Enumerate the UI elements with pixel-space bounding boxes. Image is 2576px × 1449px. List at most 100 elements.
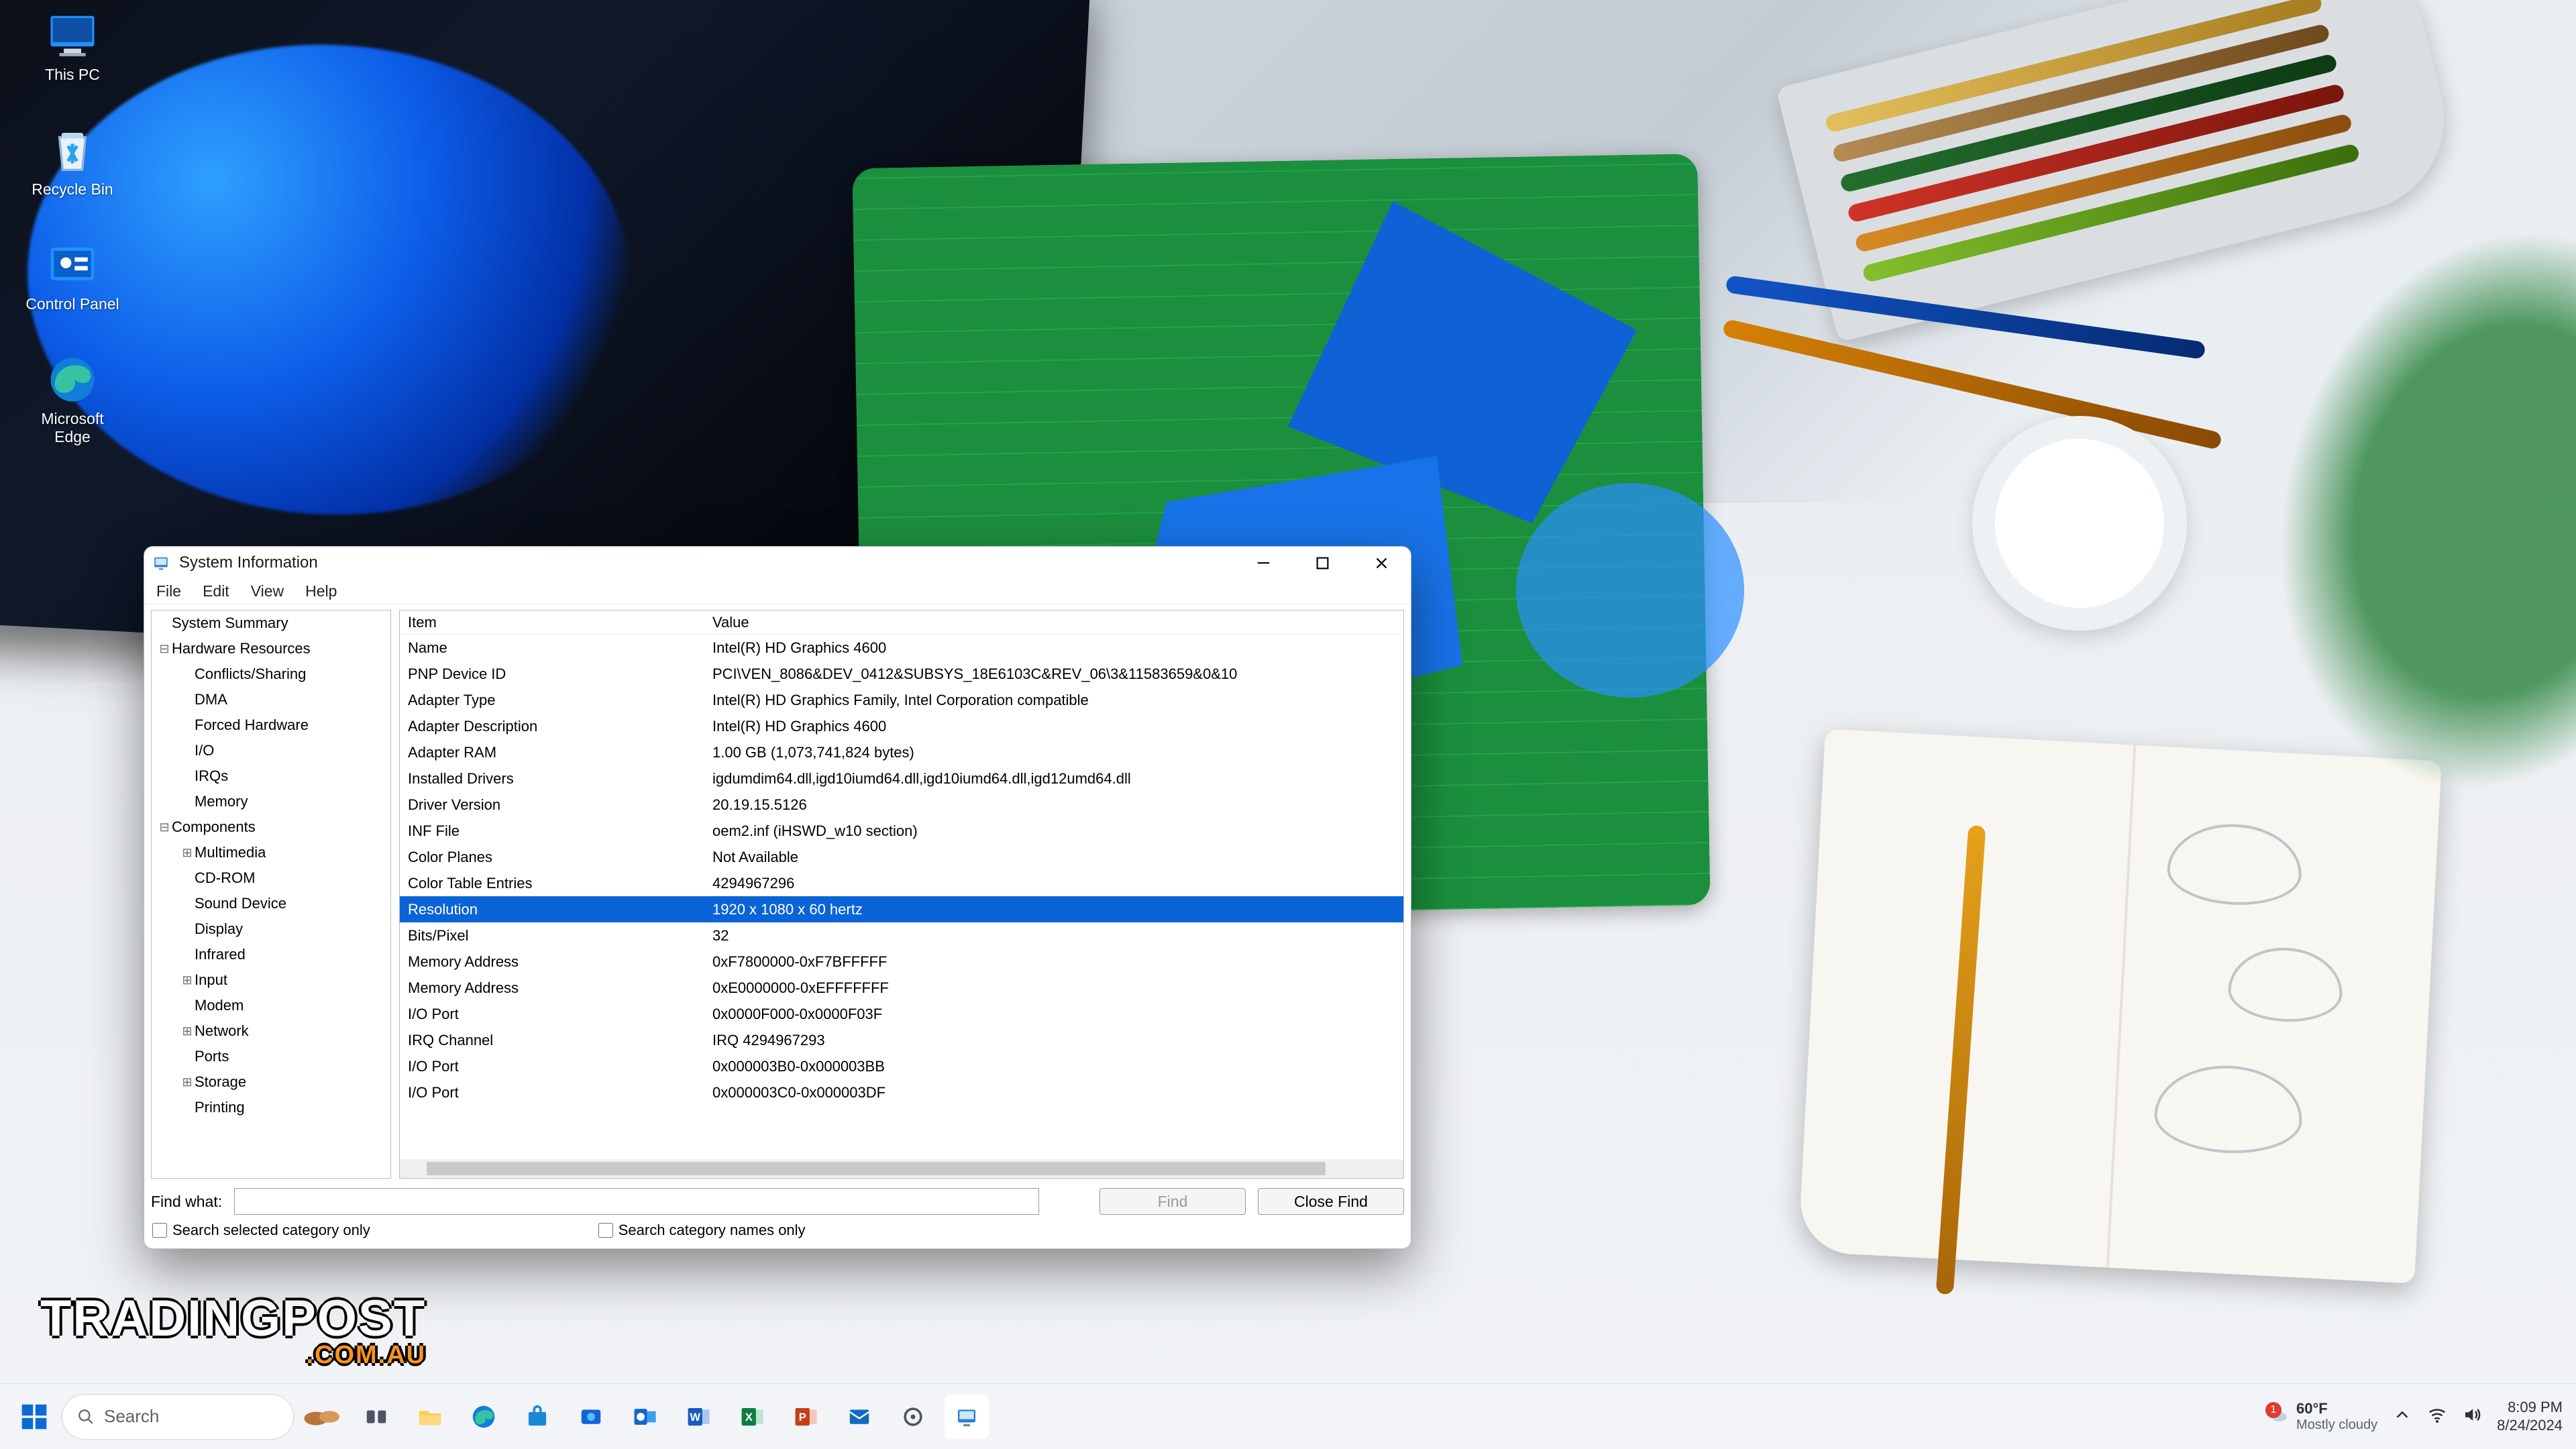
detail-value: 0x000003C0-0x000003DF [708, 1084, 1403, 1102]
tree-item[interactable]: CD-ROM [152, 865, 390, 891]
menu-file[interactable]: File [147, 580, 191, 603]
detail-row[interactable]: Color Table Entries4294967296 [400, 870, 1403, 896]
desktop-icon-recycle-bin[interactable]: Recycle Bin [12, 124, 133, 199]
taskbar-search[interactable]: Search [62, 1394, 294, 1440]
tree-item[interactable]: Memory [152, 789, 390, 814]
taskbar-edge[interactable] [462, 1395, 506, 1439]
tree-item[interactable]: Conflicts/Sharing [152, 661, 390, 687]
checkbox[interactable] [152, 1223, 167, 1238]
taskbar-excel[interactable]: X [730, 1395, 774, 1439]
tray-weather[interactable]: 1 60°F Mostly cloudy [2268, 1400, 2377, 1433]
tray-clock[interactable]: 8:09 PM 8/24/2024 [2497, 1399, 2563, 1434]
tree-item[interactable]: Sound Device [152, 891, 390, 916]
column-header-item[interactable]: Item [400, 614, 708, 631]
taskbar-task-view[interactable] [354, 1395, 398, 1439]
tree-item[interactable]: I/O [152, 738, 390, 763]
tray-chevron-up-icon[interactable] [2392, 1405, 2412, 1429]
start-button[interactable] [11, 1393, 58, 1440]
detail-row[interactable]: PNP Device IDPCI\VEN_8086&DEV_0412&SUBSY… [400, 661, 1403, 687]
tree-item-label: Components [172, 818, 256, 836]
category-tree[interactable]: System Summary⊟Hardware ResourcesConflic… [151, 610, 391, 1179]
tree-item-label: Multimedia [195, 844, 266, 861]
taskbar-word[interactable]: W [676, 1395, 720, 1439]
taskbar-settings[interactable] [891, 1395, 935, 1439]
detail-row[interactable]: Memory Address0xF7800000-0xF7BFFFFF [400, 949, 1403, 975]
desktop-icon-edge[interactable]: Microsoft Edge [12, 354, 133, 446]
tree-item[interactable]: ⊟Hardware Resources [152, 636, 390, 661]
detail-row[interactable]: Memory Address0xE0000000-0xEFFFFFFF [400, 975, 1403, 1001]
detail-item: I/O Port [400, 1058, 708, 1075]
taskbar-store[interactable] [515, 1395, 559, 1439]
tree-expander-icon[interactable]: ⊟ [157, 820, 172, 835]
detail-item: Resolution [400, 901, 708, 918]
tree-item[interactable]: Printing [152, 1095, 390, 1120]
close-find-button[interactable]: Close Find [1258, 1188, 1404, 1215]
tree-item[interactable]: Modem [152, 993, 390, 1018]
desktop-icon-control-panel[interactable]: Control Panel [12, 239, 133, 313]
detail-row[interactable]: Bits/Pixel32 [400, 922, 1403, 949]
tree-item-label: Network [195, 1022, 249, 1040]
detail-row[interactable]: Adapter RAM1.00 GB (1,073,741,824 bytes) [400, 739, 1403, 765]
tree-item[interactable]: Ports [152, 1044, 390, 1069]
weather-badge: 1 [2265, 1402, 2282, 1418]
detail-row[interactable]: I/O Port0x000003B0-0x000003BB [400, 1053, 1403, 1079]
detail-header[interactable]: Item Value [400, 610, 1403, 635]
taskbar-photos[interactable] [569, 1395, 613, 1439]
taskbar-powerpoint[interactable]: P [784, 1395, 828, 1439]
close-button[interactable] [1352, 547, 1411, 579]
detail-item: Adapter Description [400, 718, 708, 735]
detail-row[interactable]: IRQ ChannelIRQ 4294967293 [400, 1027, 1403, 1053]
taskbar-weather-art[interactable] [301, 1395, 345, 1439]
tree-expander-icon[interactable]: ⊞ [180, 1075, 195, 1089]
detail-row[interactable]: Resolution1920 x 1080 x 60 hertz [400, 896, 1403, 922]
desktop-icon-label: Microsoft Edge [41, 410, 103, 446]
detail-row[interactable]: NameIntel(R) HD Graphics 4600 [400, 635, 1403, 661]
taskbar-outlook-new[interactable] [837, 1395, 881, 1439]
menu-view[interactable]: View [241, 580, 293, 603]
tree-item[interactable]: IRQs [152, 763, 390, 789]
detail-row[interactable]: Adapter DescriptionIntel(R) HD Graphics … [400, 713, 1403, 739]
title-bar[interactable]: System Information [144, 547, 1411, 579]
tray-volume-icon[interactable] [2462, 1405, 2482, 1429]
find-button[interactable]: Find [1099, 1188, 1246, 1215]
system-information-window: System Information File Edit View Help S… [144, 546, 1411, 1249]
detail-row[interactable]: Color PlanesNot Available [400, 844, 1403, 870]
tree-item[interactable]: Infrared [152, 942, 390, 967]
horizontal-scrollbar[interactable] [400, 1159, 1403, 1178]
detail-row[interactable]: Installed Driversigdumdim64.dll,igd10ium… [400, 765, 1403, 792]
tree-item[interactable]: Display [152, 916, 390, 942]
tree-expander-icon[interactable]: ⊞ [180, 846, 195, 860]
tree-expander-icon[interactable]: ⊞ [180, 1024, 195, 1038]
tree-item[interactable]: System Summary [152, 610, 390, 636]
detail-row[interactable]: INF Fileoem2.inf (iHSWD_w10 section) [400, 818, 1403, 844]
tree-item[interactable]: ⊞Multimedia [152, 840, 390, 865]
tree-item[interactable]: Forced Hardware [152, 712, 390, 738]
tree-item[interactable]: ⊞Storage [152, 1069, 390, 1095]
detail-item: I/O Port [400, 1006, 708, 1023]
detail-row[interactable]: I/O Port0x0000F000-0x0000F03F [400, 1001, 1403, 1027]
detail-row[interactable]: Adapter TypeIntel(R) HD Graphics Family,… [400, 687, 1403, 713]
tree-item[interactable]: ⊟Components [152, 814, 390, 840]
tree-item[interactable]: DMA [152, 687, 390, 712]
tree-expander-icon[interactable]: ⊟ [157, 642, 172, 656]
detail-row[interactable]: Driver Version20.19.15.5126 [400, 792, 1403, 818]
checkbox[interactable] [598, 1223, 613, 1238]
taskbar-system-information[interactable] [945, 1395, 989, 1439]
column-header-value[interactable]: Value [708, 614, 1403, 631]
menu-edit[interactable]: Edit [193, 580, 239, 603]
taskbar-outlook[interactable] [623, 1395, 667, 1439]
check-selected-category[interactable]: Search selected category only [152, 1222, 370, 1239]
find-input[interactable] [234, 1188, 1039, 1215]
tree-expander-icon[interactable]: ⊞ [180, 973, 195, 987]
desktop-icon-this-pc[interactable]: This PC [12, 9, 133, 84]
detail-rows[interactable]: NameIntel(R) HD Graphics 4600PNP Device … [400, 635, 1403, 1159]
maximize-button[interactable] [1293, 547, 1352, 579]
tray-wifi-icon[interactable] [2427, 1405, 2447, 1429]
tree-item[interactable]: ⊞Input [152, 967, 390, 993]
check-category-names[interactable]: Search category names only [598, 1222, 806, 1239]
menu-help[interactable]: Help [296, 580, 346, 603]
detail-row[interactable]: I/O Port0x000003C0-0x000003DF [400, 1079, 1403, 1106]
taskbar-explorer[interactable] [408, 1395, 452, 1439]
tree-item[interactable]: ⊞Network [152, 1018, 390, 1044]
minimize-button[interactable] [1234, 547, 1293, 579]
